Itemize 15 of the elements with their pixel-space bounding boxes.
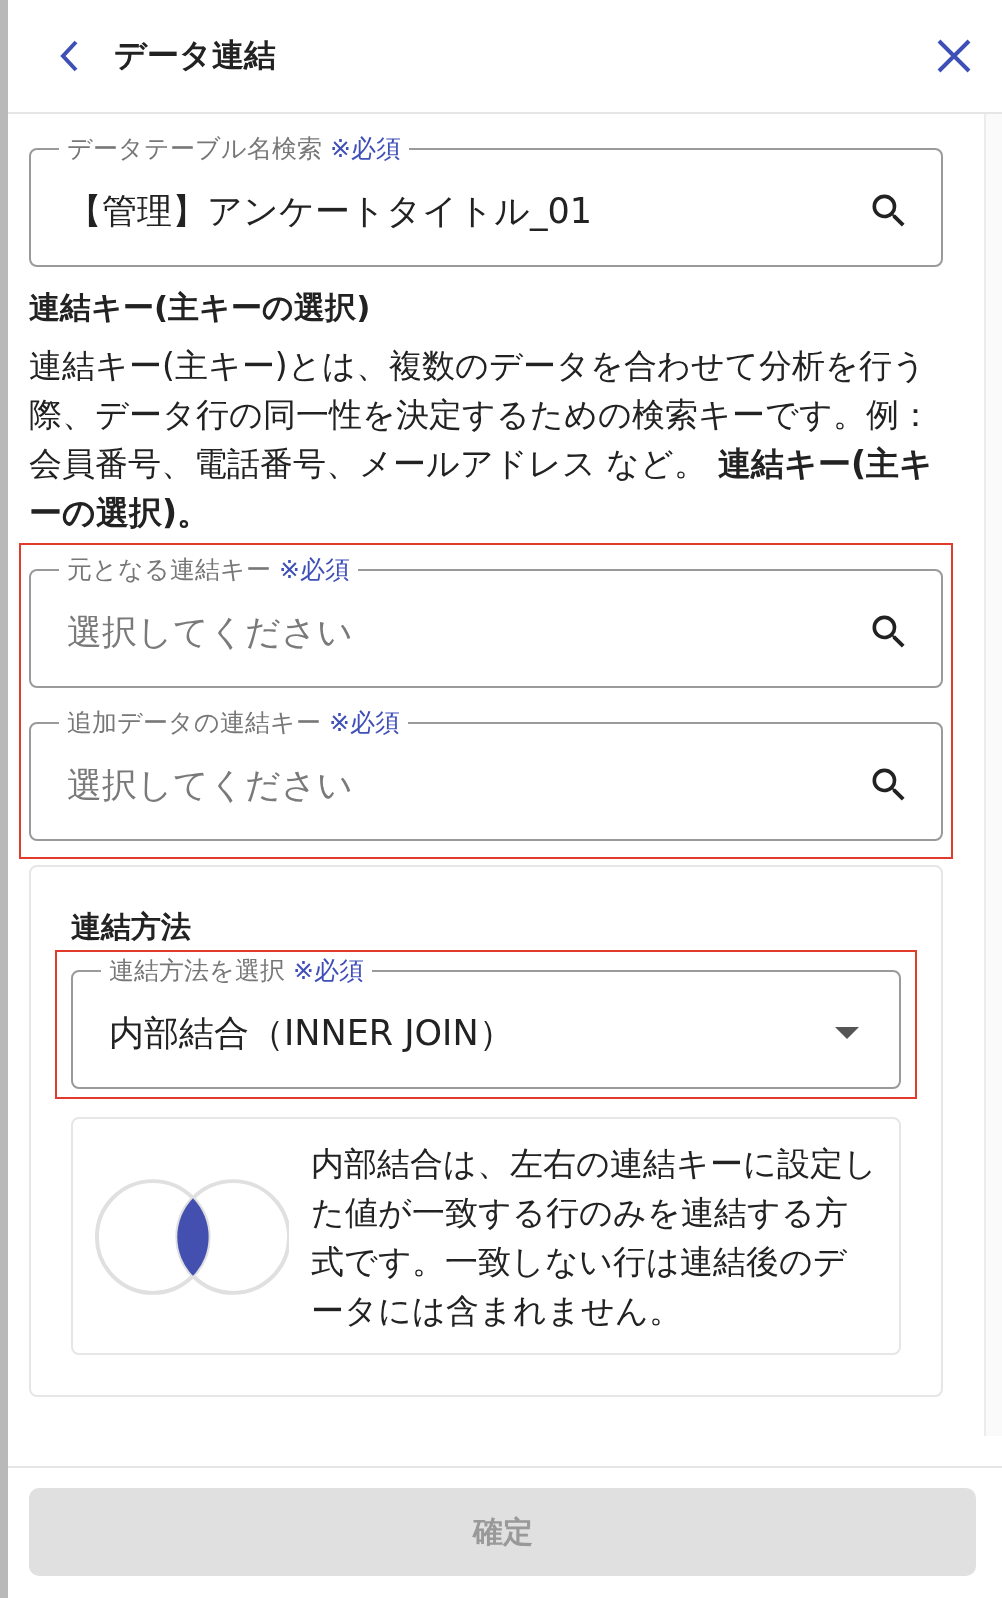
field-label: 追加データの連結キー ※必須: [66, 707, 401, 739]
section-heading: 連結キー(主キーの選択): [29, 288, 372, 327]
venn-diagram-icon: [93, 1176, 289, 1298]
explanation-text: 内部結合は、左右の連結キーに設定した値が一致する行のみを連結する方式です。一致しない行は連結後のデータには含まれません。: [311, 1143, 877, 1332]
back-button[interactable]: [58, 39, 80, 73]
dropdown-caret-icon: [835, 1027, 859, 1039]
close-button[interactable]: [936, 38, 972, 74]
field-label: 連結方法を選択 ※必須: [108, 955, 365, 987]
card-heading: 連結方法: [71, 908, 192, 946]
description-text: 連結キー(主キー)とは、複数のデータを合わせて分析を行う際、データ行の同一性を決定するための検索キーです。例：会員番号、電話番号、メールアドレス など。 連結キー(主キーの選択)。: [29, 345, 935, 534]
field-label: データテーブル名検索 ※必須: [66, 133, 402, 165]
input-field[interactable]: 選択してください: [67, 765, 867, 805]
input-field[interactable]: 選択してください: [67, 612, 867, 652]
field-label: 元となる連結キー ※必須: [66, 554, 351, 586]
dialog-title: データ連結: [114, 35, 277, 76]
